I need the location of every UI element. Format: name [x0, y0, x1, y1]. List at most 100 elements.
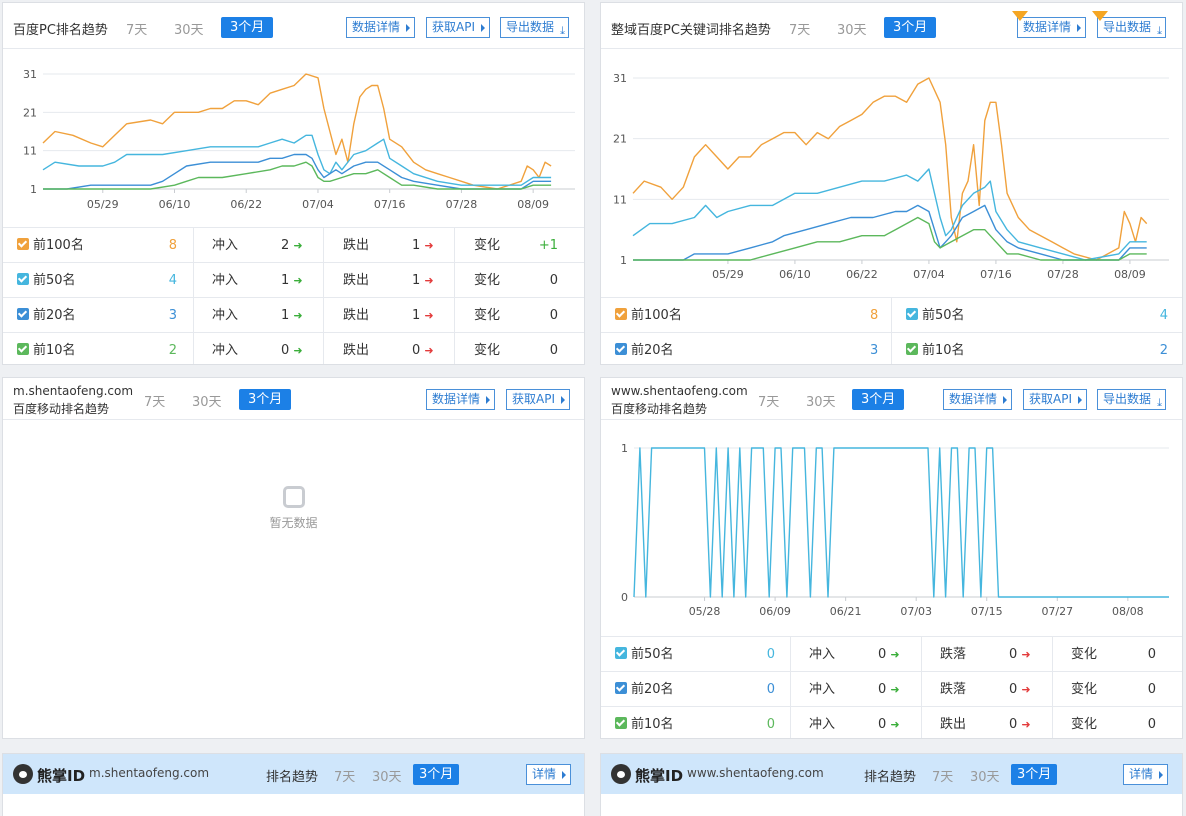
- chevron-right-icon: [486, 396, 491, 404]
- whole-stats-table: 前100名 8 前50名 4 前20名 3 前10名 2: [601, 297, 1182, 364]
- range-3m-tab[interactable]: 3个月: [221, 17, 274, 38]
- pc-stats-table: 前100名 8 冲入 2 ➜ 跌出 1 ➜ 变化 +1 前50名 4 冲入 1 …: [3, 227, 584, 364]
- arrow-up-icon: ➜: [293, 309, 303, 322]
- range-30d-tab[interactable]: 30天: [806, 391, 836, 410]
- out-value: 1 ➜: [412, 298, 434, 333]
- download-icon: ⤓: [560, 24, 566, 37]
- x-tick-label: 05/29: [87, 198, 119, 211]
- in-value: 0 ➜: [878, 637, 900, 672]
- checkbox-icon[interactable]: [17, 308, 29, 320]
- checkbox-icon[interactable]: [906, 308, 918, 320]
- out-label: 跌出: [343, 343, 370, 358]
- row-label-text: 前50名: [922, 308, 965, 323]
- xiongzhang-logo: 熊掌ID: [635, 767, 684, 785]
- in-value-text: 2: [281, 238, 290, 253]
- checkbox-icon[interactable]: [615, 308, 627, 320]
- get-api-button[interactable]: 获取API: [1023, 389, 1087, 410]
- checkbox-icon[interactable]: [615, 647, 627, 659]
- in-value: 0 ➜: [281, 333, 303, 364]
- in-value-text: 0: [878, 717, 887, 732]
- range-30d-tab[interactable]: 30天: [970, 766, 1000, 785]
- in-value-text: 1: [281, 273, 290, 288]
- row-value: 8: [168, 238, 177, 253]
- range-7d-tab[interactable]: 7天: [334, 766, 355, 785]
- range-30d-tab[interactable]: 30天: [372, 766, 402, 785]
- in-label: 冲入: [212, 343, 239, 358]
- arrow-up-icon: ➜: [890, 648, 900, 661]
- data-detail-label: 数据详情: [1023, 20, 1072, 34]
- row-label-text: 前100名: [631, 308, 682, 323]
- range-30d-tab[interactable]: 30天: [192, 391, 222, 410]
- range-3m-tab[interactable]: 3个月: [413, 764, 460, 785]
- in-label: 冲入: [809, 682, 836, 697]
- change-label: 变化: [1071, 682, 1098, 697]
- table-row: 前10名 2 冲入 0 ➜ 跌出 0 ➜ 变化 0: [3, 333, 584, 364]
- whole-domain-chart: 111213105/29 06/10 06/22 07/04 07/16 07/28 08/…: [613, 72, 1169, 281]
- row-value: 3: [168, 308, 177, 323]
- range-30d-tab[interactable]: 30天: [837, 19, 867, 38]
- out-label: 跌出: [343, 308, 370, 323]
- xiongzhang-m-domain: m.shentaofeng.com: [89, 766, 210, 780]
- out-value-text: 0: [1009, 717, 1018, 732]
- range-3m-tab[interactable]: 3个月: [884, 17, 937, 38]
- data-detail-button[interactable]: 数据详情: [1012, 11, 1087, 38]
- range-7d-tab[interactable]: 7天: [144, 391, 165, 410]
- data-detail-label: 数据详情: [352, 20, 401, 34]
- row-label-text: 前20名: [631, 343, 674, 358]
- row-label: 前20名: [615, 672, 674, 707]
- y-tick-label: 1: [30, 183, 37, 196]
- x-tick-label: 07/28: [1047, 268, 1079, 281]
- y-tick-label: 21: [23, 106, 37, 119]
- data-detail-button[interactable]: 数据详情: [426, 389, 496, 410]
- chevron-right-icon: [406, 24, 411, 32]
- export-data-button[interactable]: 导出数据 ⤓: [1092, 11, 1167, 38]
- checkbox-icon[interactable]: [17, 273, 29, 285]
- mobile-m-panel: m.shentaofeng.com 百度移动排名趋势 7天 30天 3个月 数据…: [2, 377, 585, 739]
- get-api-button[interactable]: 获取API: [426, 17, 490, 38]
- checkbox-icon[interactable]: [615, 682, 627, 694]
- export-data-button[interactable]: 导出数据 ⤓: [1097, 389, 1167, 410]
- range-7d-tab[interactable]: 7天: [932, 766, 953, 785]
- export-data-label: 导出数据: [506, 20, 555, 34]
- range-7d-tab[interactable]: 7天: [126, 19, 147, 38]
- range-7d-tab[interactable]: 7天: [789, 19, 810, 38]
- mobile-www-subtitle: 百度移动排名趋势: [611, 402, 708, 416]
- mobile-www-header: www.shentaofeng.com 百度移动排名趋势 7天 30天 3个月 …: [601, 378, 1182, 420]
- chevron-right-icon: [1003, 396, 1008, 404]
- out-value: 0 ➜: [1009, 672, 1031, 707]
- range-3m-tab[interactable]: 3个月: [852, 389, 905, 410]
- data-detail-button[interactable]: 数据详情: [346, 17, 416, 38]
- row-value: 0: [766, 717, 775, 732]
- get-api-button[interactable]: 获取API: [506, 389, 570, 410]
- x-tick-label: 07/16: [374, 198, 406, 211]
- rank-trend-label: 排名趋势: [864, 770, 917, 785]
- arrow-up-icon: ➜: [293, 344, 303, 357]
- y-tick-label: 11: [23, 145, 37, 158]
- checkbox-icon[interactable]: [615, 717, 627, 729]
- range-3m-tab[interactable]: 3个月: [239, 389, 292, 410]
- row-value: 0: [766, 682, 775, 697]
- x-tick-label: 06/10: [159, 198, 191, 211]
- export-data-button[interactable]: 导出数据 ⤓: [500, 17, 570, 38]
- row-label-text: 前20名: [33, 308, 76, 323]
- table-row: 前10名 0 冲入 0 ➜ 跌出 0 ➜ 变化 0: [601, 707, 1182, 738]
- checkbox-icon[interactable]: [17, 343, 29, 355]
- row-label-text: 前50名: [33, 273, 76, 288]
- range-7d-tab[interactable]: 7天: [758, 391, 779, 410]
- whole-panel-header: 整域百度PC关键词排名趋势 7天 30天 3个月 数据详情 导出数据 ⤓: [601, 3, 1182, 49]
- row-label: 前10名: [17, 333, 76, 364]
- checkbox-icon[interactable]: [17, 238, 29, 250]
- out-value-text: 1: [412, 273, 421, 288]
- range-3m-tab[interactable]: 3个月: [1011, 764, 1058, 785]
- arrow-up-icon: ➜: [293, 274, 303, 287]
- checkbox-icon[interactable]: [906, 343, 918, 355]
- row-label-text: 前10名: [922, 343, 965, 358]
- detail-button[interactable]: 详情: [1123, 764, 1169, 785]
- checkbox-icon[interactable]: [615, 343, 627, 355]
- data-detail-button[interactable]: 数据详情: [943, 389, 1013, 410]
- x-tick-label: 05/29: [712, 268, 744, 281]
- detail-button[interactable]: 详情: [526, 764, 572, 785]
- row-label: 前50名: [17, 263, 76, 298]
- range-30d-tab[interactable]: 30天: [174, 19, 204, 38]
- data-detail-label: 数据详情: [432, 392, 481, 406]
